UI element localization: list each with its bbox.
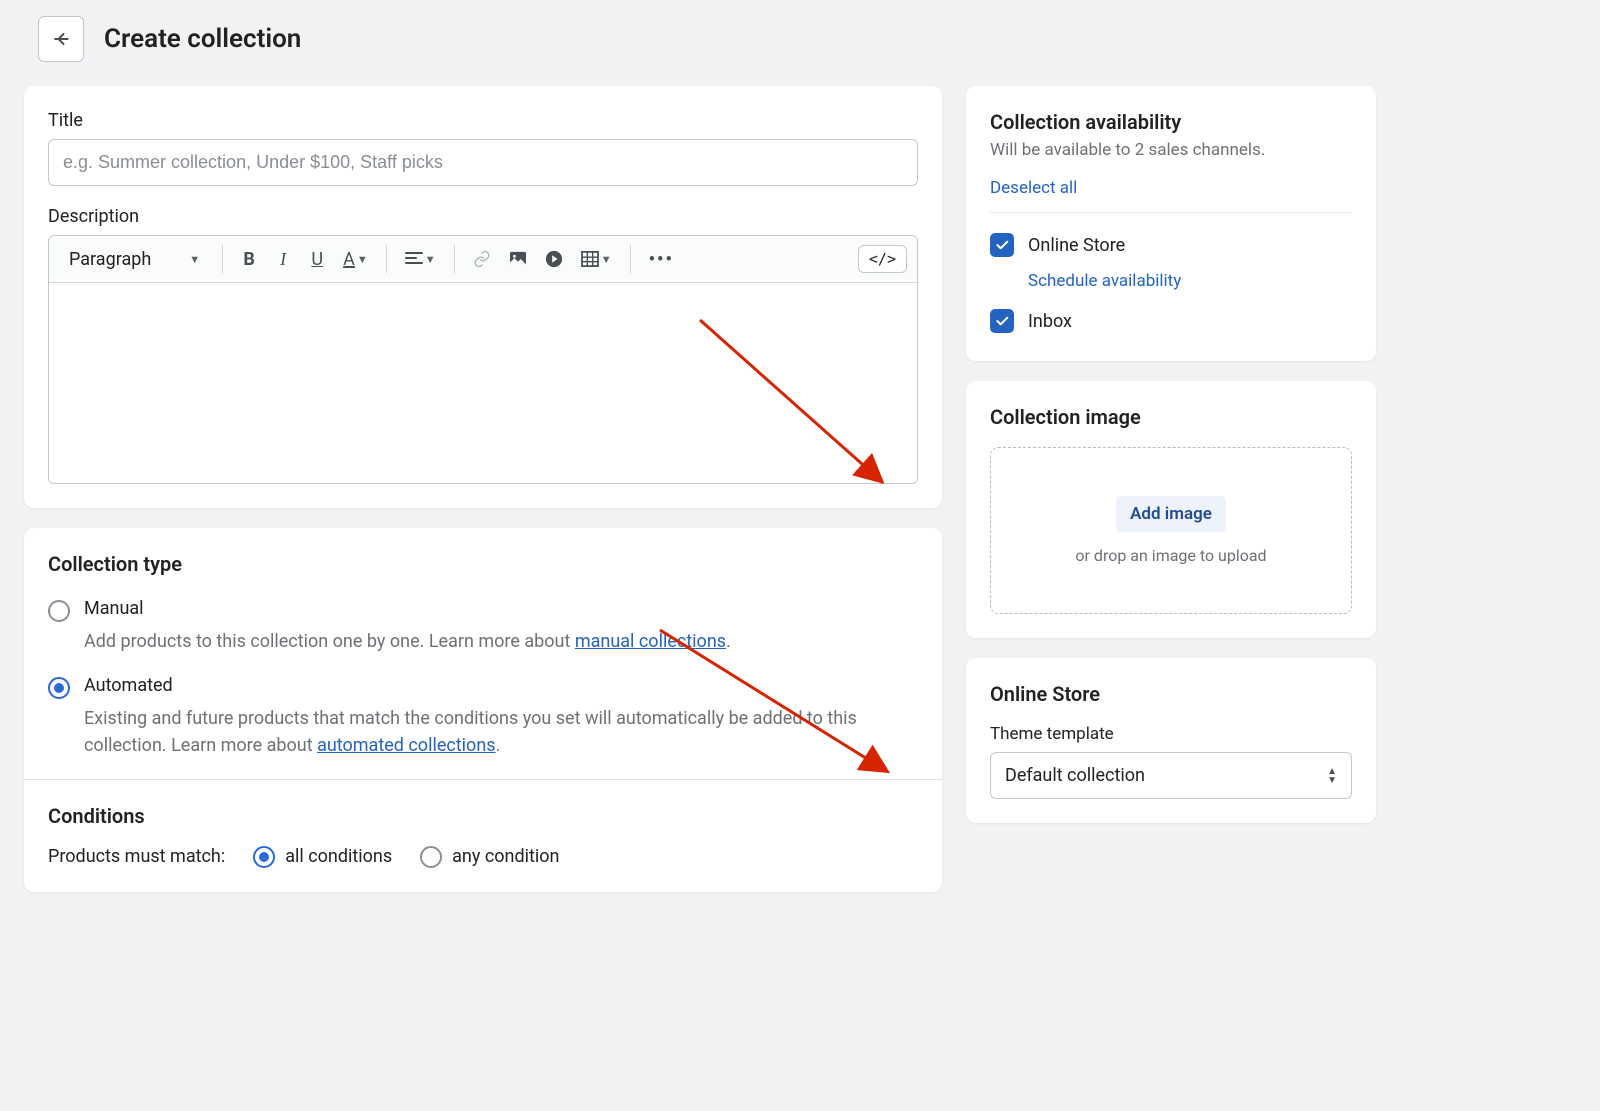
match-label: Products must match: — [48, 846, 225, 867]
toolbar-separator — [454, 245, 455, 273]
italic-button[interactable]: I — [269, 244, 297, 274]
page-title: Create collection — [104, 24, 301, 54]
text-color-icon: A — [343, 249, 355, 270]
chevron-down-icon: ▼ — [601, 253, 612, 266]
underline-icon: U — [311, 249, 323, 270]
align-button[interactable]: ▼ — [399, 244, 442, 274]
format-select[interactable]: Paragraph ▼ — [59, 245, 210, 274]
availability-heading: Collection availability — [990, 110, 1352, 134]
toolbar-separator — [386, 245, 387, 273]
checkbox-inbox[interactable] — [990, 309, 1014, 333]
inbox-label: Inbox — [1028, 311, 1072, 332]
theme-template-select[interactable]: Default collection ▲▼ — [990, 752, 1352, 799]
arrow-left-icon — [51, 29, 71, 49]
underline-button[interactable]: U — [303, 244, 331, 274]
title-label: Title — [48, 110, 918, 131]
description-textarea[interactable] — [49, 283, 917, 483]
table-icon — [581, 251, 599, 267]
chevron-down-icon: ▼ — [357, 253, 368, 266]
radio-automated[interactable] — [48, 677, 70, 699]
code-icon: </> — [869, 250, 896, 268]
bold-icon: B — [243, 249, 255, 270]
toolbar-separator — [630, 245, 631, 273]
divider — [990, 212, 1352, 213]
online-store-card: Online Store Theme template Default coll… — [966, 658, 1376, 823]
divider — [24, 779, 942, 780]
deselect-all-link[interactable]: Deselect all — [990, 178, 1352, 198]
availability-sub: Will be available to 2 sales channels. — [990, 140, 1352, 160]
align-left-icon — [405, 251, 423, 267]
italic-icon: I — [280, 249, 286, 270]
link-icon — [473, 250, 491, 268]
conditions-heading: Conditions — [48, 804, 918, 828]
radio-all-conditions[interactable] — [253, 846, 275, 868]
online-store-label: Online Store — [1028, 235, 1125, 256]
online-store-heading: Online Store — [990, 682, 1352, 706]
radio-automated-label: Automated — [84, 675, 173, 699]
all-conditions-label: all conditions — [285, 846, 392, 867]
collection-type-heading: Collection type — [48, 552, 918, 576]
any-condition-label: any condition — [452, 846, 559, 867]
image-dropzone[interactable]: Add image or drop an image to upload — [990, 447, 1352, 614]
schedule-availability-link[interactable]: Schedule availability — [1028, 271, 1181, 291]
more-button[interactable]: ••• — [643, 244, 680, 274]
checkbox-online-store[interactable] — [990, 233, 1014, 257]
ellipsis-icon: ••• — [649, 249, 674, 270]
description-label: Description — [48, 206, 918, 227]
description-editor: Paragraph ▼ B I U A ▼ — [48, 235, 918, 484]
details-card: Title Description Paragraph ▼ B I U — [24, 86, 942, 508]
text-color-button[interactable]: A ▼ — [337, 244, 374, 274]
video-button[interactable] — [539, 244, 569, 274]
format-select-label: Paragraph — [69, 249, 151, 270]
play-circle-icon — [545, 250, 563, 268]
back-button[interactable] — [38, 16, 84, 62]
editor-toolbar: Paragraph ▼ B I U A ▼ — [49, 236, 917, 283]
automated-description: Existing and future products that match … — [84, 705, 918, 759]
add-image-button[interactable]: Add image — [1116, 496, 1226, 532]
drop-hint: or drop an image to upload — [1011, 546, 1331, 565]
automated-collections-link[interactable]: automated collections — [317, 735, 496, 756]
html-toggle-button[interactable]: </> — [858, 245, 907, 273]
select-arrows-icon: ▲▼ — [1327, 767, 1337, 785]
toolbar-separator — [222, 245, 223, 273]
radio-manual[interactable] — [48, 600, 70, 622]
manual-collections-link[interactable]: manual collections — [575, 631, 726, 652]
title-input[interactable] — [48, 139, 918, 186]
availability-card: Collection availability Will be availabl… — [966, 86, 1376, 361]
image-icon — [509, 251, 527, 267]
link-button[interactable] — [467, 244, 497, 274]
manual-description: Add products to this collection one by o… — [84, 628, 918, 655]
chevron-down-icon: ▼ — [425, 253, 436, 266]
collection-type-card: Collection type Manual Add products to t… — [24, 528, 942, 892]
image-heading: Collection image — [990, 405, 1352, 429]
table-button[interactable]: ▼ — [575, 244, 618, 274]
theme-template-value: Default collection — [1005, 765, 1145, 786]
radio-any-condition[interactable] — [420, 846, 442, 868]
check-icon — [994, 313, 1010, 329]
radio-manual-label: Manual — [84, 598, 144, 622]
theme-template-label: Theme template — [990, 724, 1352, 744]
image-button[interactable] — [503, 244, 533, 274]
collection-image-card: Collection image Add image or drop an im… — [966, 381, 1376, 638]
chevron-down-icon: ▼ — [189, 253, 200, 266]
check-icon — [994, 237, 1010, 253]
bold-button[interactable]: B — [235, 244, 263, 274]
